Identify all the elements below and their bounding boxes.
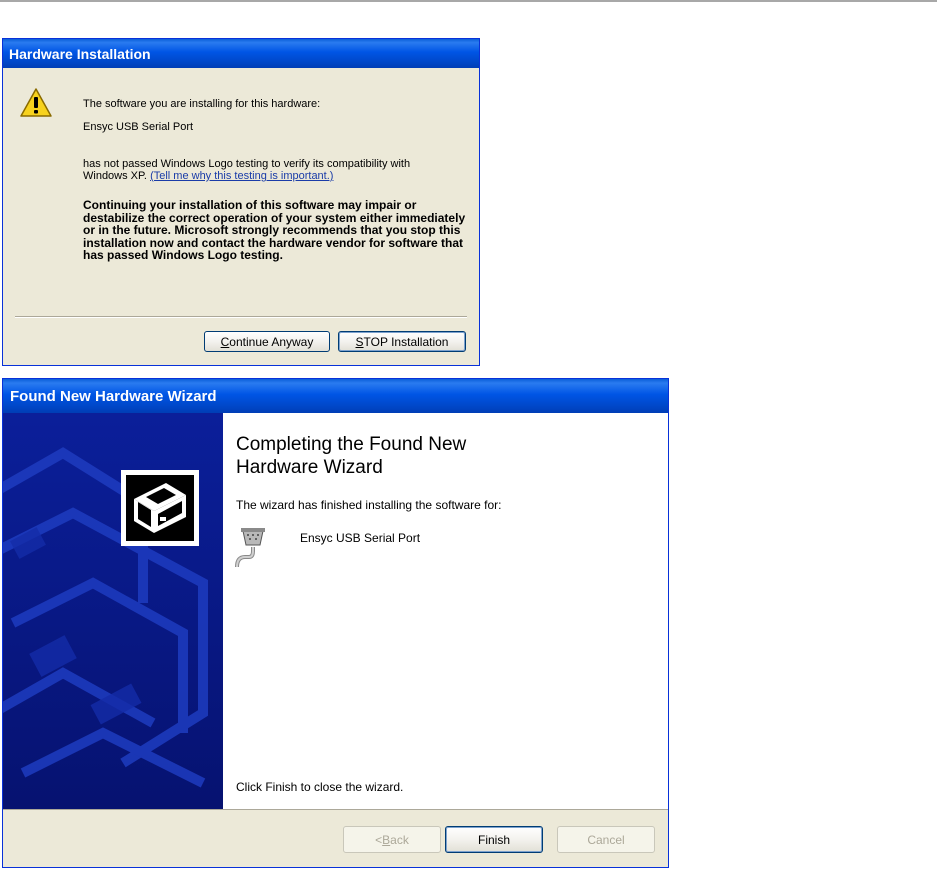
wizard-close-hint: Click Finish to close the wizard. (236, 780, 404, 794)
cancel-button[interactable]: Cancel (557, 826, 655, 853)
hardware-installation-title: Hardware Installation (9, 46, 151, 62)
stop-label: TOP Installation (363, 334, 449, 349)
back-label: ack (390, 832, 409, 847)
hardware-installation-dialog: Hardware Installation The software you a… (2, 38, 480, 366)
wizard-title: Found New Hardware Wizard (10, 388, 217, 405)
back-accel: B (382, 832, 391, 847)
page-top-rule (0, 0, 937, 2)
continue-accel: C (220, 334, 230, 349)
continue-anyway-button[interactable]: Continue Anyway (204, 331, 330, 352)
hardware-installation-titlebar[interactable]: Hardware Installation (3, 39, 479, 68)
found-new-hardware-wizard: Found New Hardware Wizard Completing the… (2, 378, 669, 868)
stop-accel: S (355, 334, 364, 349)
continue-label: ontinue Anyway (229, 334, 314, 349)
hardware-device-name: Ensyc USB Serial Port (83, 121, 194, 133)
warning-icon (20, 88, 52, 117)
wizard-sidebar-graphic (3, 413, 223, 809)
wizard-heading: Completing the Found New Hardware Wizard (236, 433, 636, 479)
wizard-heading-line2: Hardware Wizard (236, 457, 383, 478)
hardware-box-icon (121, 470, 199, 546)
finish-button[interactable]: Finish (445, 826, 543, 853)
stop-installation-button[interactable]: S TOP Installation (338, 331, 466, 352)
wizard-titlebar[interactable]: Found New Hardware Wizard (3, 379, 668, 413)
wizard-finished-text: The wizard has finished installing the s… (236, 498, 502, 512)
logo-testing-text: has not passed Windows Logo testing to v… (83, 158, 455, 182)
dialog-separator (15, 316, 467, 318)
wizard-device-name: Ensyc USB Serial Port (300, 531, 421, 545)
wizard-heading-line1: Completing the Found New (236, 434, 467, 455)
back-prefix: < (375, 832, 383, 847)
back-button[interactable]: < Back (343, 826, 441, 853)
serial-port-icon (235, 528, 265, 568)
compatibility-warning-text: Continuing your installation of this sof… (83, 198, 466, 263)
hardware-intro-text: The software you are installing for this… (83, 98, 321, 110)
logo-testing-link[interactable]: (Tell me why this testing is important.) (150, 170, 333, 182)
